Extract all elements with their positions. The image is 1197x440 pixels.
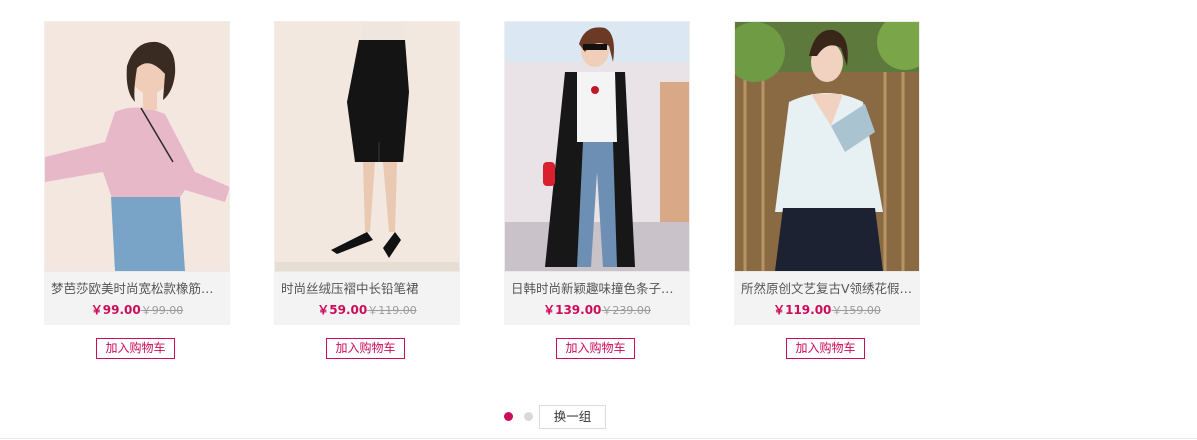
add-to-cart-button[interactable]: 加入购物车	[326, 338, 405, 359]
product-image[interactable]	[734, 21, 920, 271]
carousel-pager: 换一组	[503, 405, 613, 431]
add-to-cart-button[interactable]: 加入购物车	[96, 338, 175, 359]
product-prices: ￥139.00￥239.00	[504, 303, 690, 318]
add-to-cart-button[interactable]: 加入购物车	[556, 338, 635, 359]
product-card: 所然原创文艺复古V领绣花假… ￥119.00￥159.00 加入购物车	[734, 21, 920, 359]
product-original-price: ￥159.00	[831, 304, 881, 317]
product-name[interactable]: 所然原创文艺复古V领绣花假…	[734, 272, 913, 296]
product-prices: ￥119.00￥159.00	[734, 303, 920, 318]
product-name[interactable]: 时尚丝绒压褶中长铅笔裙	[274, 272, 453, 296]
product-name[interactable]: 梦芭莎欧美时尚宽松款橡筋荷…	[44, 272, 223, 296]
product-image[interactable]	[274, 21, 460, 271]
product-image[interactable]	[504, 21, 690, 271]
pager-dot-active[interactable]	[504, 412, 513, 421]
product-card: 时尚丝绒压褶中长铅笔裙 ￥59.00￥119.00 加入购物车	[274, 21, 460, 359]
product-carousel: 梦芭莎欧美时尚宽松款橡筋荷… ￥99.00￥99.00 加入购物车 时尚丝绒压褶…	[44, 21, 944, 366]
product-price: ￥119.00	[773, 303, 832, 317]
product-original-price: ￥119.00	[367, 304, 417, 317]
switch-group-button[interactable]: 换一组	[539, 405, 606, 429]
product-price: ￥59.00	[317, 303, 368, 317]
product-image[interactable]	[44, 21, 230, 271]
pager-dot[interactable]	[524, 412, 533, 421]
product-info: 所然原创文艺复古V领绣花假… ￥119.00￥159.00	[734, 271, 920, 325]
divider	[0, 438, 1197, 439]
product-price: ￥99.00	[90, 303, 141, 317]
product-info: 日韩时尚新颖趣味撞色条子装… ￥139.00￥239.00	[504, 271, 690, 325]
add-to-cart-button[interactable]: 加入购物车	[786, 338, 865, 359]
product-prices: ￥99.00￥99.00	[44, 303, 230, 318]
product-info: 时尚丝绒压褶中长铅笔裙 ￥59.00￥119.00	[274, 271, 460, 325]
product-price: ￥139.00	[543, 303, 602, 317]
product-original-price: ￥99.00	[140, 304, 184, 317]
product-name[interactable]: 日韩时尚新颖趣味撞色条子装…	[504, 272, 683, 296]
product-card: 日韩时尚新颖趣味撞色条子装… ￥139.00￥239.00 加入购物车	[504, 21, 690, 359]
product-info: 梦芭莎欧美时尚宽松款橡筋荷… ￥99.00￥99.00	[44, 271, 230, 325]
product-original-price: ￥239.00	[601, 304, 651, 317]
product-card: 梦芭莎欧美时尚宽松款橡筋荷… ￥99.00￥99.00 加入购物车	[44, 21, 230, 359]
product-prices: ￥59.00￥119.00	[274, 303, 460, 318]
